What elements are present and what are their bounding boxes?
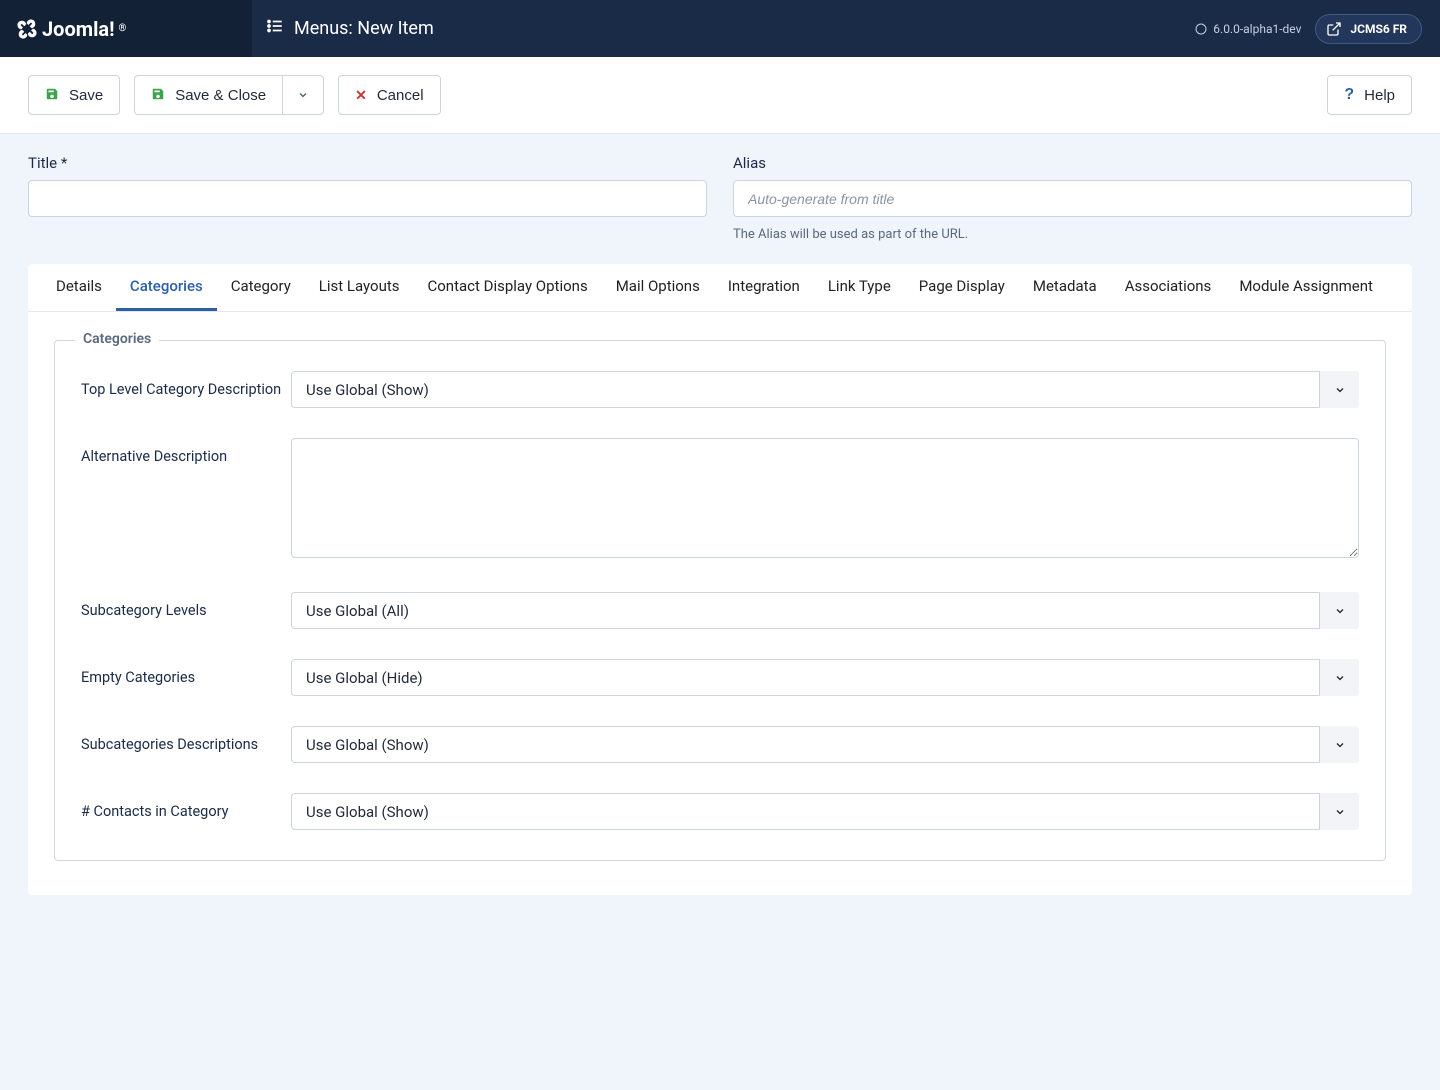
- tab-details[interactable]: Details: [42, 264, 116, 311]
- alt-desc-textarea[interactable]: [291, 438, 1359, 558]
- tab-category[interactable]: Category: [217, 264, 305, 311]
- sub-desc-select[interactable]: Use Global (Show): [291, 726, 1359, 763]
- save-button[interactable]: Save: [28, 75, 120, 115]
- save-icon: [45, 87, 59, 104]
- save-close-group: Save & Close: [134, 75, 324, 115]
- action-toolbar: Save Save & Close ✕ Cancel ? Help: [0, 57, 1440, 134]
- joomla-logo: Joomla!®: [16, 17, 126, 41]
- tab-contact-display-options[interactable]: Contact Display Options: [413, 264, 601, 311]
- joomla-icon: [1195, 23, 1207, 35]
- tab-page-display[interactable]: Page Display: [905, 264, 1019, 311]
- fieldset-legend: Categories: [75, 331, 159, 347]
- tab-list-layouts[interactable]: List Layouts: [305, 264, 414, 311]
- field-label-sub-desc: Subcategories Descriptions: [81, 726, 291, 753]
- alias-label: Alias: [733, 154, 1412, 172]
- save-close-dropdown[interactable]: [282, 75, 324, 115]
- field-label-top-level: Top Level Category Description: [81, 371, 291, 398]
- top-level-select[interactable]: Use Global (Show): [291, 371, 1359, 408]
- save-icon: [151, 87, 165, 104]
- user-menu[interactable]: JCMS6 FR: [1315, 14, 1422, 44]
- tab-categories[interactable]: Categories: [116, 264, 217, 311]
- field-label-count: # Contacts in Category: [81, 793, 291, 820]
- tab-mail-options[interactable]: Mail Options: [602, 264, 714, 311]
- brand-area: Joomla!®: [0, 0, 252, 57]
- tab-metadata[interactable]: Metadata: [1019, 264, 1111, 311]
- tab-link-type[interactable]: Link Type: [814, 264, 905, 311]
- help-icon: ?: [1344, 86, 1354, 104]
- field-label-sub-levels: Subcategory Levels: [81, 592, 291, 619]
- tab-strip: DetailsCategoriesCategoryList LayoutsCon…: [28, 264, 1412, 312]
- field-label-empty: Empty Categories: [81, 659, 291, 686]
- field-label-alt-desc: Alternative Description: [81, 438, 291, 465]
- app-header: Joomla!® Menus: New Item 6.0.0-alpha1-de…: [0, 0, 1440, 57]
- alias-hint: The Alias will be used as part of the UR…: [733, 227, 1412, 242]
- brand-text: Joomla!: [42, 17, 114, 41]
- sub-levels-select[interactable]: Use Global (All): [291, 592, 1359, 629]
- title-input[interactable]: [28, 180, 707, 217]
- cancel-icon: ✕: [355, 87, 367, 104]
- cancel-button[interactable]: ✕ Cancel: [338, 75, 440, 115]
- list-icon: [266, 17, 284, 40]
- version-badge: 6.0.0-alpha1-dev: [1195, 22, 1301, 36]
- help-button[interactable]: ? Help: [1327, 75, 1412, 115]
- tab-module-assignment[interactable]: Module Assignment: [1225, 264, 1387, 311]
- tab-associations[interactable]: Associations: [1111, 264, 1226, 311]
- empty-categories-select[interactable]: Use Global (Hide): [291, 659, 1359, 696]
- alias-input[interactable]: [733, 180, 1412, 217]
- external-link-icon: [1326, 21, 1342, 37]
- save-close-button[interactable]: Save & Close: [134, 75, 282, 115]
- user-label: JCMS6 FR: [1350, 22, 1407, 36]
- chevron-down-icon: [297, 89, 309, 101]
- page-title: Menus: New Item: [294, 18, 434, 39]
- categories-fieldset: Categories Top Level Category Descriptio…: [54, 340, 1386, 861]
- count-select[interactable]: Use Global (Show): [291, 793, 1359, 830]
- tab-panel: DetailsCategoriesCategoryList LayoutsCon…: [28, 264, 1412, 895]
- title-label: Title *: [28, 154, 707, 172]
- tab-integration[interactable]: Integration: [714, 264, 814, 311]
